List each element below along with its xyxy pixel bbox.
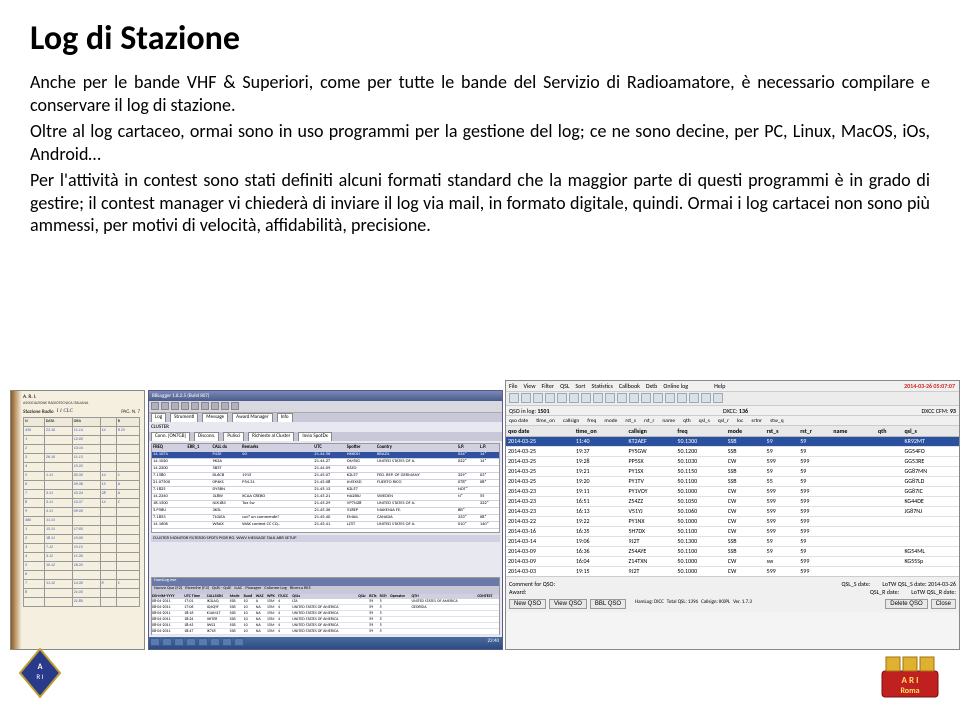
paragraph-1: Anche per le bande VHF & Superiori, come… (30, 71, 930, 116)
stazione-call: I 1 CLC (57, 409, 73, 415)
btn-new-qso[interactable]: New QSO (509, 599, 546, 609)
menu-item[interactable]: View (524, 381, 536, 391)
cluster-grid: FREQERR_1CALL dxRemarksUTCSpotterCountry… (151, 443, 500, 533)
menu-item[interactable]: Statistics (591, 381, 612, 391)
svg-text:A: A (38, 662, 43, 672)
stazione-label: Stazione Radio (23, 409, 54, 415)
paper-log-table: NDATAORAR45023.1011.1414R 25112:00213:14… (23, 417, 140, 607)
cluster-title: CLUSTER (151, 424, 500, 430)
hamlog-tabs: Nuovo Qso (F2)Ricerche (F3)QslS - QslEIL… (152, 586, 499, 594)
bblogger-screenshot: BBLogger 1.8.2.5 (Build 807) LogStrument… (148, 390, 503, 650)
bblogger-statusbar: 23:40 (149, 637, 502, 649)
wintest-fieldrow: qso datetime_oncallsignfreqmoderst_srst_… (506, 416, 959, 426)
menu-item[interactable]: QSL (560, 381, 569, 391)
ari-roma-logo: A R I Roma (880, 655, 940, 699)
wintest-bottom: Comment for QSO: QSL_S date: LoTW QSL_S … (506, 576, 959, 612)
monitor-tabs: CLUSTER MONITOR FILTER30 SPOTS PIOR RG. … (151, 535, 500, 542)
bblogger-tabs: LogStrumentiMessageAward ManagerInfo (149, 413, 502, 422)
btn-delete-qso[interactable]: Delete QSO (885, 599, 927, 609)
svg-text:Roma: Roma (900, 686, 919, 696)
wintest-grid: qso datetime_oncallsignfreqmoderst_srst_… (506, 426, 959, 576)
menu-item[interactable]: Dxtb (646, 381, 657, 391)
btn-bbl-qso[interactable]: BBL QSO (590, 599, 626, 609)
cluster-tabs: Conn. [ON7GB]Disconn.PulisciRichieste al… (149, 432, 502, 441)
menu-help[interactable]: Help (714, 381, 725, 391)
page-title: Log di Stazione (30, 18, 930, 59)
svg-text:A R I: A R I (902, 675, 919, 686)
svg-text:R I: R I (36, 672, 43, 681)
wintest-clock: 2014-03-26 05:07:07 (904, 381, 955, 392)
stazione-pag: PAG. N. 7 (121, 409, 140, 415)
menu-item[interactable]: Sort (575, 381, 585, 391)
paragraph-3: Per l'attività in contest sono stati def… (30, 169, 930, 237)
ari-diamond-logo: A R I (18, 647, 62, 699)
wintest-menubar: File View Filter QSL Sort Statistics Callbook D… (506, 381, 959, 392)
wintest-screenshot: File View Filter QSL Sort Statistics Callbook D… (505, 380, 960, 650)
wintest-iconbar (506, 392, 959, 406)
menu-item[interactable]: Callbook (619, 381, 640, 391)
bblogger-title: BBLogger 1.8.2.5 (Build 807) (149, 391, 502, 401)
paragraph-2: Oltre al log cartaceo, ormai sono in uso… (30, 120, 930, 165)
hamlog-panel: HamLog.exe Nuovo Qso (F2)Ricerche (F3)Qs… (151, 577, 500, 635)
btn-view-qso[interactable]: View QSO (549, 599, 587, 609)
wintest-inforow: QSO in log: 1501 DXCC: 136 DXCC CFM: 93 (506, 406, 959, 416)
btn-close[interactable]: Close (931, 599, 956, 609)
menu-item[interactable]: Filter (542, 381, 555, 391)
paper-log-image: A. R. I. ASSOCIAZIONE RADIOTECNICA ITALI… (10, 390, 145, 650)
arl-sub: ASSOCIAZIONE RADIOTECNICA ITALIANA (23, 401, 140, 406)
bblogger-toolbar (149, 401, 502, 413)
menu-item[interactable]: File (509, 381, 518, 391)
menu-item[interactable]: Online log (663, 381, 688, 391)
hamlog-title: HamLog.exe (152, 578, 499, 586)
